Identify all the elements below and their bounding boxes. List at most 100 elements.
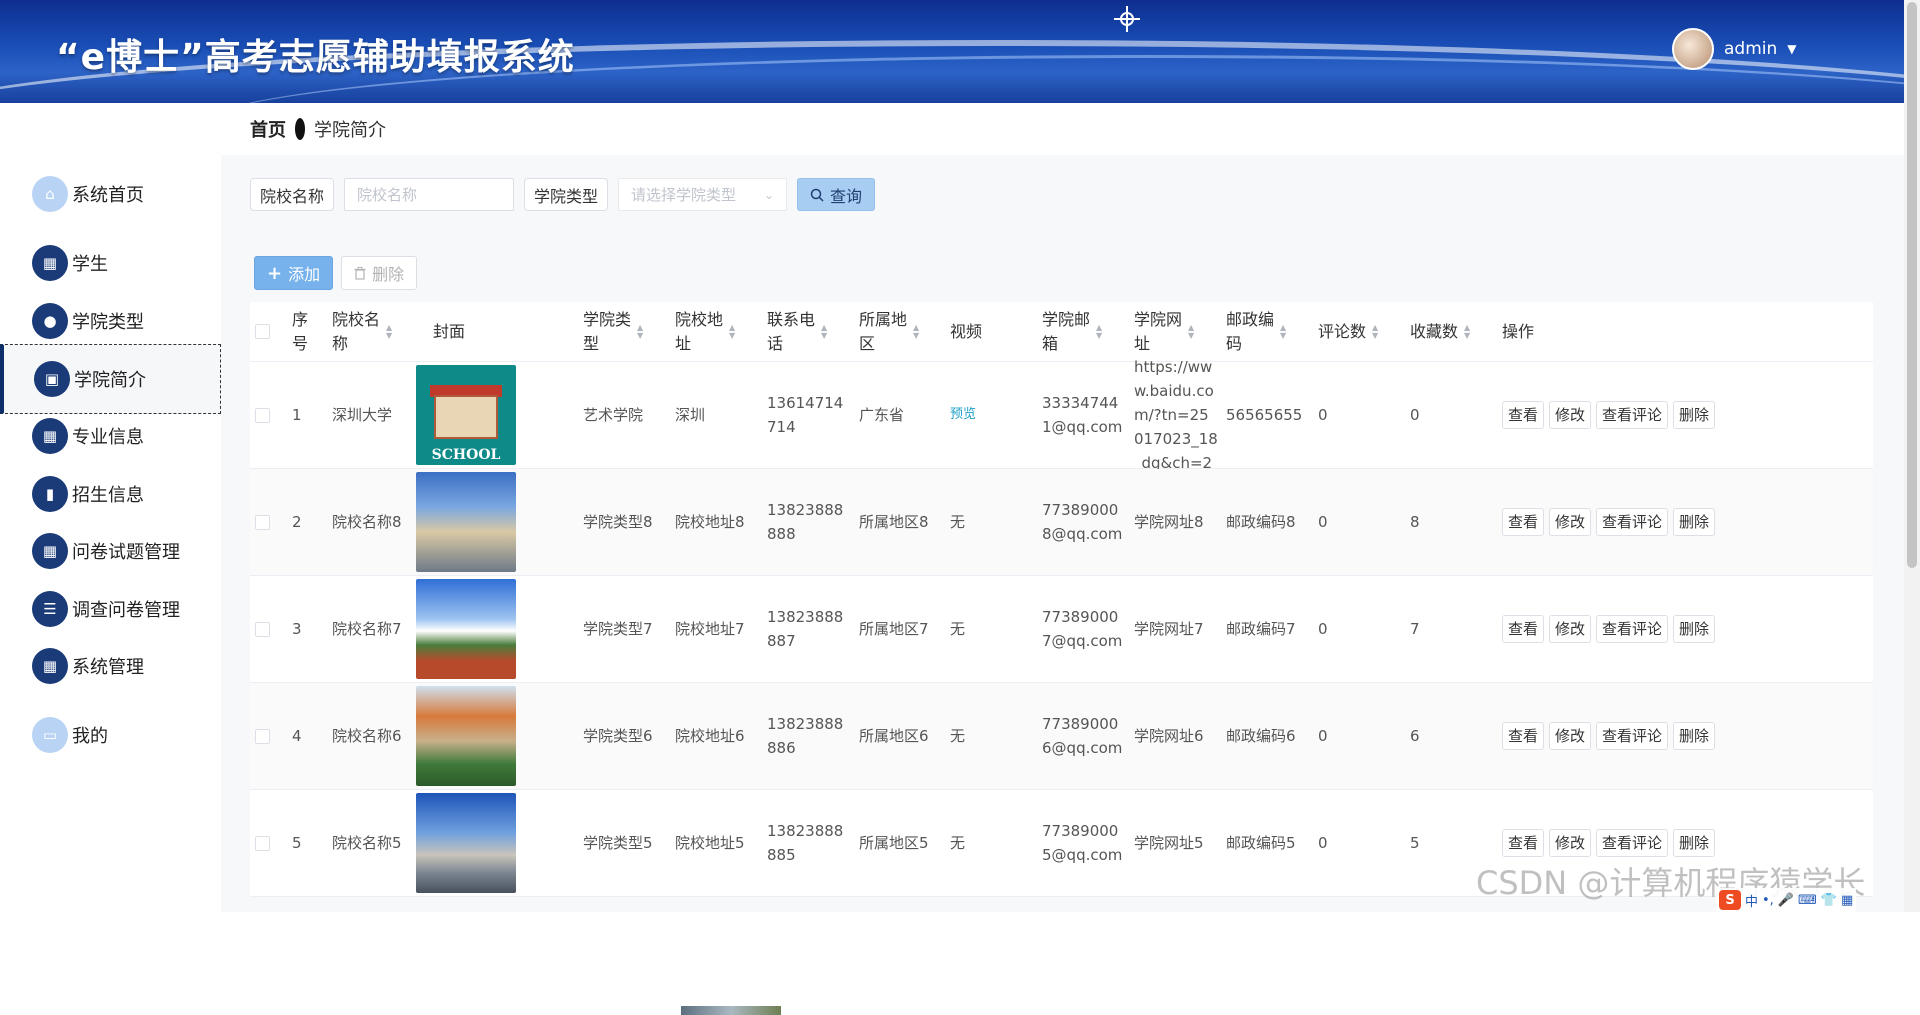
- cell-comments: 0: [1318, 469, 1378, 575]
- sort-icon[interactable]: ▲ ▼: [637, 323, 643, 340]
- cell-comments: 0: [1318, 790, 1378, 896]
- row-checkbox[interactable]: [255, 728, 270, 744]
- row-checkbox-cell[interactable]: [255, 362, 270, 468]
- cell-video-text[interactable]: 预览: [950, 403, 1010, 427]
- sidebar-item-label: 招生信息: [72, 485, 144, 506]
- username[interactable]: admin: [1724, 39, 1777, 59]
- page-scrollbar[interactable]: [1904, 0, 1920, 912]
- view-button[interactable]: 查看: [1502, 722, 1545, 750]
- cell-website: 学院网址5: [1134, 790, 1218, 896]
- view-button[interactable]: 查看: [1502, 829, 1545, 857]
- delete-button[interactable]: 删除: [1673, 508, 1716, 536]
- toolbox-icon[interactable]: ▦: [1841, 893, 1853, 908]
- row-checkbox-cell[interactable]: [255, 469, 270, 575]
- cell-operations: 查看 修改 查看评论 删除: [1502, 362, 1720, 468]
- sidebar-item-0[interactable]: ⌂ 系统首页: [0, 159, 221, 229]
- scrollbar-thumb[interactable]: [1907, 2, 1917, 568]
- select-all-checkbox[interactable]: [255, 324, 270, 339]
- microphone-icon[interactable]: 🎤: [1778, 893, 1794, 908]
- view-comments-button[interactable]: 查看评论: [1596, 508, 1669, 536]
- sort-icon[interactable]: ▲ ▼: [386, 323, 392, 340]
- ime-lang-toggle[interactable]: 中: [1745, 891, 1758, 910]
- cell-email-text: 773890006@qq.com: [1042, 715, 1123, 757]
- row-checkbox[interactable]: [255, 514, 270, 530]
- cell-video: 无: [950, 683, 1010, 789]
- cell-phone: 13614714714: [767, 362, 847, 468]
- punctuation-icon[interactable]: •,: [1762, 893, 1774, 908]
- system-title: “e博士”高考志愿辅助填报系统: [56, 37, 575, 78]
- cell-email: 773890008@qq.com: [1042, 469, 1126, 575]
- name-search-input[interactable]: [344, 178, 515, 211]
- cell-operations: 查看 修改 查看评论 删除: [1502, 576, 1720, 682]
- header-email[interactable]: 学院邮箱 ▲ ▼: [1042, 302, 1114, 361]
- keyboard-icon[interactable]: ⌨: [1798, 893, 1817, 908]
- ime-toolbar[interactable]: S 中 •, 🎤 ⌨ 👕 ▦: [1716, 888, 1857, 912]
- cell-address-text: 深圳: [675, 406, 706, 424]
- sort-icon[interactable]: ▲ ▼: [1372, 323, 1378, 340]
- view-comments-button[interactable]: 查看评论: [1596, 829, 1669, 857]
- query-button[interactable]: 查询: [797, 178, 876, 211]
- header-address[interactable]: 院校地址 ▲ ▼: [675, 302, 747, 361]
- sort-icon[interactable]: ▲ ▼: [821, 323, 827, 340]
- cell-email-text: 773890005@qq.com: [1042, 822, 1123, 864]
- sort-icon[interactable]: ▲ ▼: [1464, 323, 1470, 340]
- sidebar-item-9[interactable]: ▭ 我的: [0, 700, 221, 770]
- header-type[interactable]: 学院类型 ▲ ▼: [583, 302, 655, 361]
- sort-icon[interactable]: ▲ ▼: [1280, 323, 1286, 340]
- edit-button[interactable]: 修改: [1549, 615, 1592, 643]
- cell-operations: 查看 修改 查看评论 删除: [1502, 469, 1720, 575]
- add-button[interactable]: + 添加: [254, 256, 334, 290]
- row-checkbox[interactable]: [255, 407, 270, 423]
- sort-icon[interactable]: ▲ ▼: [1188, 323, 1194, 340]
- view-comments-button[interactable]: 查看评论: [1596, 401, 1669, 429]
- header-phone[interactable]: 联系电话 ▲ ▼: [767, 302, 839, 361]
- bulk-delete-button[interactable]: 删除: [341, 256, 418, 290]
- sort-icon[interactable]: ▲ ▼: [729, 323, 735, 340]
- cell-email: 773890007@qq.com: [1042, 576, 1126, 682]
- header-region[interactable]: 所属地区 ▲ ▼: [859, 302, 931, 361]
- cell-type-text: 艺术学院: [583, 406, 644, 424]
- type-select[interactable]: 请选择学院类型 ⌄: [618, 178, 788, 211]
- row-checkbox-cell[interactable]: [255, 790, 270, 896]
- header-website[interactable]: 学院网址 ▲ ▼: [1134, 302, 1206, 361]
- header-comments[interactable]: 评论数 ▲ ▼: [1318, 302, 1378, 361]
- view-comments-button[interactable]: 查看评论: [1596, 615, 1669, 643]
- view-comments-button[interactable]: 查看评论: [1596, 722, 1669, 750]
- user-menu[interactable]: admin ▼: [1672, 28, 1797, 70]
- row-checkbox-cell[interactable]: [255, 683, 270, 789]
- search-bar: 院校名称 学院类型 请选择学院类型 ⌄ 查询: [250, 178, 876, 211]
- cell-video[interactable]: 预览: [950, 362, 1010, 468]
- edit-button[interactable]: 修改: [1549, 829, 1592, 857]
- row-checkbox-cell[interactable]: [255, 576, 270, 682]
- cell-postcode-text: 邮政编码5: [1226, 834, 1296, 852]
- delete-button[interactable]: 删除: [1673, 615, 1716, 643]
- view-button[interactable]: 查看: [1502, 508, 1545, 536]
- row-checkbox[interactable]: [255, 835, 270, 851]
- row-checkbox[interactable]: [255, 621, 270, 637]
- skin-icon[interactable]: 👕: [1821, 893, 1837, 908]
- view-button[interactable]: 查看: [1502, 615, 1545, 643]
- view-button[interactable]: 查看: [1502, 401, 1545, 429]
- sort-icon[interactable]: ▲ ▼: [1096, 323, 1102, 340]
- sidebar-item-8[interactable]: ▦ 系统管理: [0, 631, 221, 701]
- sort-icon[interactable]: ▲ ▼: [913, 323, 919, 340]
- header-name[interactable]: 院校名称 ▲ ▼: [332, 302, 412, 361]
- cell-region-text: 所属地区8: [859, 513, 929, 531]
- select-all-checkbox-cell[interactable]: [255, 302, 270, 361]
- avatar[interactable]: [1672, 28, 1714, 70]
- cell-phone: 13823888887: [767, 576, 847, 682]
- edit-button[interactable]: 修改: [1549, 401, 1592, 429]
- edit-button[interactable]: 修改: [1549, 508, 1592, 536]
- edit-button[interactable]: 修改: [1549, 722, 1592, 750]
- cell-type: 学院类型8: [583, 469, 663, 575]
- caret-down-icon[interactable]: ▼: [1787, 42, 1796, 56]
- delete-button[interactable]: 删除: [1673, 722, 1716, 750]
- delete-button[interactable]: 删除: [1673, 829, 1716, 857]
- table-row: 1 深圳大学 艺术学院 深圳 13614714714 广东省 预览 333347441@qq.…: [250, 358, 1873, 472]
- header-favorites[interactable]: 收藏数 ▲ ▼: [1410, 302, 1470, 361]
- ime-logo-icon[interactable]: S: [1719, 890, 1741, 910]
- header-postcode[interactable]: 邮政编码 ▲ ▼: [1226, 302, 1298, 361]
- breadcrumb-home[interactable]: 首页: [250, 116, 286, 142]
- cell-favorites-text: 7: [1410, 620, 1420, 638]
- delete-button[interactable]: 删除: [1673, 401, 1716, 429]
